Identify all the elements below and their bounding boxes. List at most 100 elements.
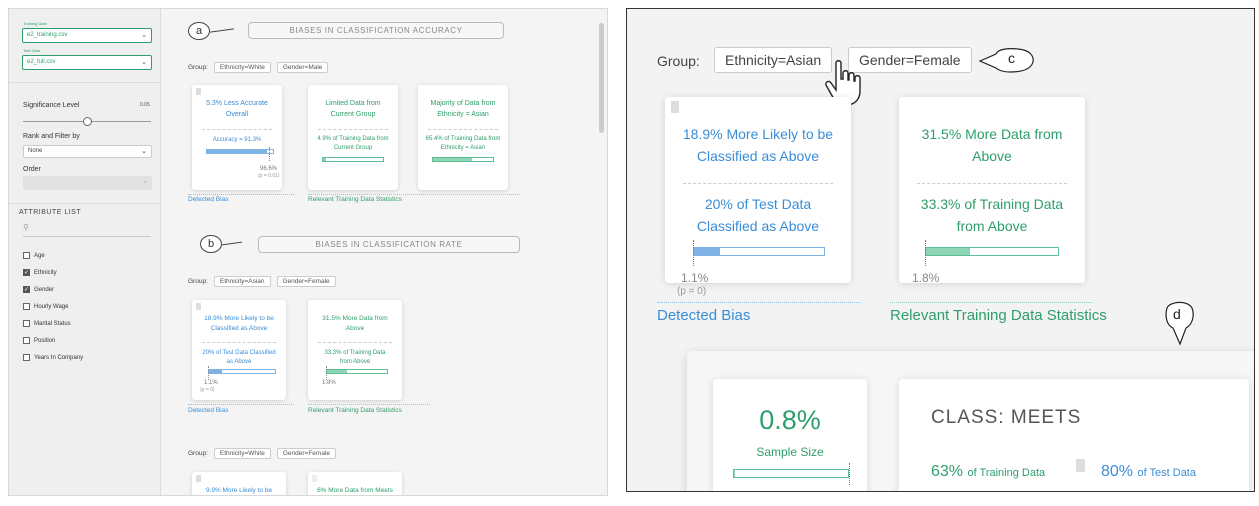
checkbox[interactable] — [23, 303, 30, 310]
divider — [9, 203, 160, 204]
divider — [318, 129, 388, 130]
attribute-item[interactable]: Years In Company — [23, 349, 83, 366]
checkbox[interactable] — [23, 320, 30, 327]
reference-value: 1.1% — [204, 380, 218, 386]
significance-slider-handle[interactable] — [83, 117, 92, 126]
zoomed-detail-view: Group: Ethnicity=Asian Gender=Female c 1… — [626, 8, 1255, 492]
group-chip: Ethnicity=Asian — [213, 276, 271, 287]
annotation-marker-b: b — [200, 235, 222, 253]
stat-card-majority-data[interactable]: Majority of Data from Ethnicity = Asian … — [418, 85, 508, 190]
order-label: Order — [23, 166, 41, 173]
rate-bar-fill — [209, 370, 223, 373]
group-label: Group: — [188, 278, 208, 285]
bias-card-title: 18.9% More Likely to be Classified as Ab… — [204, 315, 274, 332]
sidebar: Training Date e2_training.csv ⌄ Test Dat… — [9, 9, 161, 495]
group-row-1: Group: Ethnicity=White Gender=Male — [188, 62, 329, 73]
group-row-2: Group: Ethnicity=Asian Gender=Female — [188, 276, 336, 287]
attribute-item[interactable]: ✓ Gender — [23, 281, 83, 298]
stat-bar-fill — [433, 158, 473, 161]
training-data-stat: 63% of Training Data — [931, 463, 1045, 481]
bookmark-icon[interactable] — [312, 475, 317, 482]
accuracy-bar — [206, 149, 274, 154]
order-select[interactable]: ⌄ — [23, 176, 152, 190]
bias-card-meets[interactable]: 9.9% More Likely to be Classified as Mee… — [192, 472, 286, 495]
test-file-value: e2_full.csv — [27, 59, 56, 65]
bias-card-title: 9.9% More Likely to be Classified as Mee… — [205, 487, 273, 494]
bias-card-zoomed[interactable]: 18.9% More Likely to be Classified as Ab… — [665, 97, 851, 283]
divider — [188, 404, 294, 405]
stat-card-limited-data[interactable]: Limited Data from Current Group 4.9% of … — [308, 85, 398, 190]
attribute-item[interactable]: Age — [23, 247, 83, 264]
attribute-item[interactable]: Marital Status — [23, 315, 83, 332]
attribute-label: Marital Status — [34, 320, 71, 327]
sample-size-label: Sample Size — [756, 445, 824, 459]
stat-bar-fill — [323, 158, 326, 161]
class-meets-card[interactable]: CLASS: MEETS 63% of Training Data 80% of… — [899, 379, 1249, 491]
bookmark-icon[interactable] — [196, 303, 201, 310]
divider — [202, 342, 276, 343]
stat-card-title: Limited Data from Current Group — [325, 100, 381, 118]
divider — [683, 183, 833, 184]
training-stats-label: Relevant Training Data Statistics — [890, 307, 1107, 324]
group-chip: Gender=Male — [276, 62, 329, 73]
attribute-item[interactable]: Position — [23, 332, 83, 349]
checkbox-checked[interactable]: ✓ — [23, 269, 30, 276]
group-chip-gender[interactable]: Gender=Female — [848, 47, 972, 73]
stat-card-zoomed[interactable]: 31.5% More Data from Above 33.3% of Trai… — [899, 97, 1085, 283]
group-chip-ethnicity[interactable]: Ethnicity=Asian — [714, 47, 833, 73]
annotation-pointer — [210, 28, 234, 33]
test-file-select[interactable]: e2_full.csv ⌄ — [22, 55, 152, 70]
scrollbar-thumb[interactable] — [599, 23, 604, 133]
reference-marker — [693, 240, 694, 266]
class-title: CLASS: MEETS — [931, 407, 1082, 428]
significance-value: 0.05 — [140, 102, 150, 108]
rank-filter-value: None — [28, 148, 43, 154]
stat-card-detail: 4.9% of Training Data from Current Group — [317, 136, 389, 151]
section-header-accuracy: BIASES IN CLASSIFICATION ACCURACY — [248, 22, 504, 39]
bookmark-icon[interactable] — [196, 88, 201, 95]
stat-card-detail: 33.3% of Training Data from Above — [920, 196, 1064, 235]
stat-card-meets[interactable]: 6% More Data from Meets — [308, 472, 402, 495]
bookmark-icon[interactable] — [671, 101, 679, 113]
rank-filter-select[interactable]: None ⌄ — [23, 145, 152, 158]
reference-value: 1.8% — [912, 271, 940, 285]
detected-bias-label: Detected Bias — [188, 196, 229, 203]
bias-card-title: 5.3% Less Accurate Overall — [206, 100, 268, 118]
checkbox[interactable] — [23, 252, 30, 259]
bias-card-accuracy[interactable]: 5.3% Less Accurate Overall Accuracy = 91… — [192, 85, 282, 190]
attribute-item[interactable]: ✓ Ethnicity — [23, 264, 83, 281]
divider — [318, 342, 392, 343]
annotation-pointer — [222, 241, 242, 246]
divider — [428, 129, 498, 130]
stat-bar — [322, 157, 384, 162]
training-stats-label: Relevant Training Data Statistics — [308, 196, 402, 203]
bias-card-rate[interactable]: 18.9% More Likely to be Classified as Ab… — [192, 300, 286, 400]
bias-card-detail: 20% of Test Data Classified as Above — [696, 196, 820, 235]
rate-bar — [693, 247, 825, 256]
accuracy-bar-fill — [207, 150, 268, 153]
training-file-select[interactable]: e2_training.csv ⌄ — [22, 28, 152, 43]
checkbox[interactable] — [23, 337, 30, 344]
bookmark-icon[interactable] — [1076, 459, 1085, 472]
group-chip: Gender=Female — [276, 448, 337, 459]
checkbox[interactable] — [23, 354, 30, 361]
significance-label: Significance Level — [23, 102, 80, 109]
annotation-marker-c: c — [1008, 50, 1015, 66]
bookmark-icon[interactable] — [196, 475, 201, 482]
group-label: Group: — [188, 450, 208, 457]
stat-bar-fill — [926, 248, 970, 255]
stat-card-title: 6% More Data from Meets — [317, 487, 393, 494]
attribute-search-input[interactable]: ⚲ — [23, 223, 151, 237]
stat-bar — [326, 369, 388, 374]
divider — [657, 302, 861, 303]
checkbox-checked[interactable]: ✓ — [23, 286, 30, 293]
attribute-label: Hourly Wage — [34, 303, 69, 310]
stat-card-more-data[interactable]: 31.5% More Data from Above 33.3% of Trai… — [308, 300, 402, 400]
stat-bar — [432, 157, 494, 162]
stat-card-detail: 33.3% of Training Data from Above — [324, 350, 386, 365]
attribute-list-heading: ATTRIBUTE LIST — [19, 209, 82, 216]
bias-card-detail: 20% of Test Data Classified as Above — [202, 350, 276, 365]
attribute-item[interactable]: Hourly Wage — [23, 298, 83, 315]
divider — [308, 404, 430, 405]
p-value: (p = 0) — [677, 286, 707, 297]
